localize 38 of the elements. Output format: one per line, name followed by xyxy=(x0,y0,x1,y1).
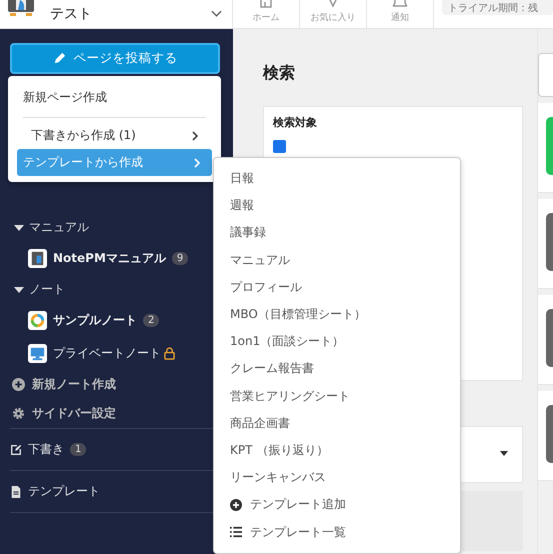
menu-item[interactable]: 下書きから作成 (1) xyxy=(16,122,212,149)
settings-icon xyxy=(12,407,25,420)
plus-circle-icon xyxy=(230,498,242,511)
note-link[interactable]: NotePMマニュアル xyxy=(53,250,166,267)
trial-notice: トライアル期間：残 xyxy=(442,0,553,15)
manual-cover-icon xyxy=(28,249,47,268)
note-link[interactable]: サンプルノート xyxy=(53,312,137,329)
caret-down-icon xyxy=(500,451,508,456)
ring-icon xyxy=(28,311,47,330)
sidebar-link[interactable]: 下書き xyxy=(28,441,64,458)
team-name[interactable]: テスト xyxy=(50,5,211,23)
edit-icon xyxy=(10,444,22,456)
chevron-down-icon[interactable] xyxy=(211,10,222,18)
menu-item[interactable]: KPT （振り返り） xyxy=(214,436,460,464)
document-icon xyxy=(10,486,22,498)
count-badge: 9 xyxy=(172,252,188,265)
menu-item[interactable]: テンプレート追加 xyxy=(214,491,460,518)
chevron-right-icon xyxy=(194,158,200,168)
menu-item[interactable]: テンプレート一覧 xyxy=(214,518,460,546)
filter-label: 検索対象 xyxy=(273,115,318,130)
lock-icon xyxy=(164,347,175,360)
page-title: 検索 xyxy=(263,63,296,84)
pencil-icon xyxy=(52,52,66,65)
menu-item[interactable]: 1on1（面談シート） xyxy=(214,328,460,356)
note-link[interactable]: プライベートノート xyxy=(53,345,161,362)
menu-item[interactable]: リーンキャンバス xyxy=(214,464,460,492)
count-badge: 1 xyxy=(70,443,86,456)
plus-circle-icon xyxy=(12,378,25,391)
menu-item[interactable]: マニュアル xyxy=(214,246,460,274)
menu-item[interactable]: 日報 xyxy=(214,165,460,192)
input-field[interactable] xyxy=(538,53,553,97)
count-badge: 2 xyxy=(143,314,160,327)
menu-item[interactable]: 新規ページ作成 xyxy=(8,84,221,111)
chevron-right-icon xyxy=(192,130,198,140)
list-icon xyxy=(230,526,242,538)
checkbox[interactable] xyxy=(273,140,286,153)
sidebar-link[interactable]: テンプレート xyxy=(28,483,100,500)
monitor-icon xyxy=(28,344,47,363)
